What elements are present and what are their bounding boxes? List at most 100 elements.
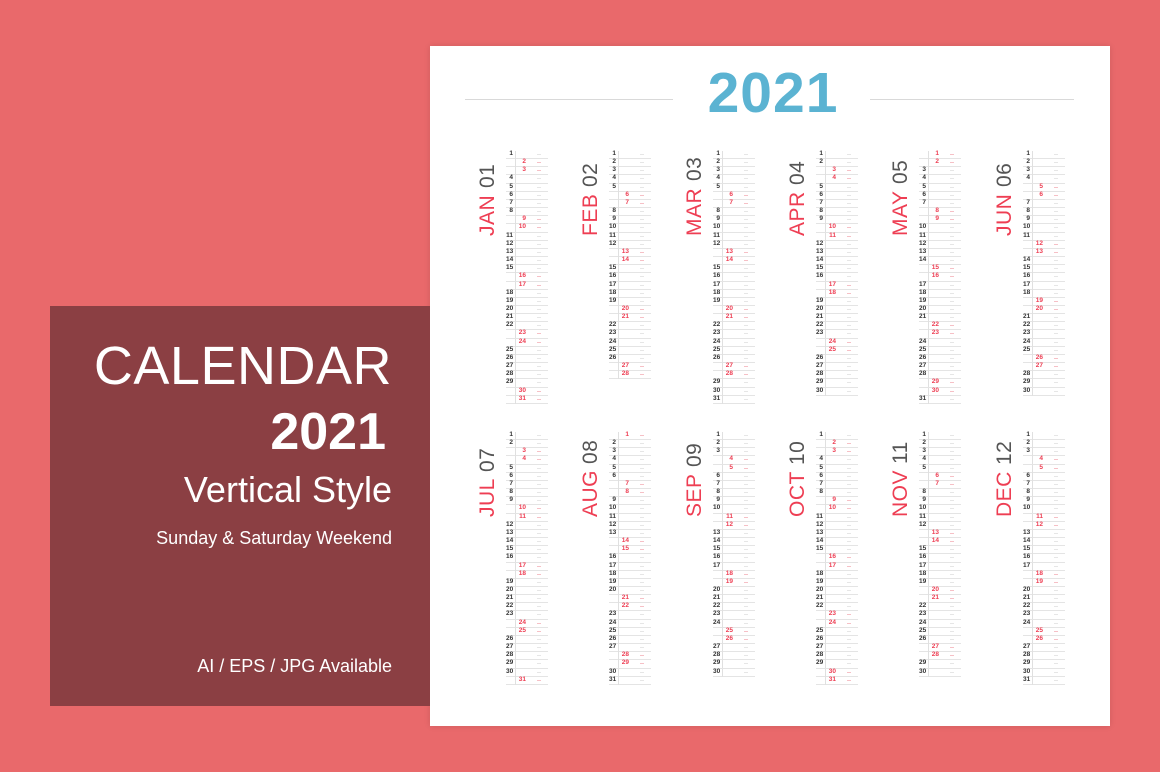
day-divider (515, 660, 516, 669)
day-number: 30 (518, 386, 526, 394)
day-number: 17 (609, 280, 617, 288)
day-number: 8 (625, 488, 629, 496)
weekday-mark (1054, 162, 1058, 164)
day-number: 2 (509, 439, 513, 447)
day-divider (825, 289, 826, 298)
day-divider (515, 338, 516, 347)
panel-year: 2021 (270, 403, 386, 461)
day-number: 27 (725, 362, 733, 370)
day-divider (1032, 363, 1033, 372)
day-number: 11 (726, 512, 733, 520)
day-number: 13 (1023, 528, 1031, 536)
day-number: 23 (506, 610, 514, 618)
day-divider (928, 619, 929, 628)
day-number: 5 (612, 182, 616, 190)
day-divider (722, 578, 723, 587)
day-divider (618, 448, 619, 457)
day-number: 27 (1023, 643, 1031, 651)
day-number: 26 (919, 353, 927, 361)
day-number: 9 (612, 215, 616, 223)
weekday-mark (1054, 435, 1058, 436)
day-number: 12 (725, 520, 733, 528)
month-name: SEP (683, 473, 706, 517)
day-divider (618, 513, 619, 522)
month-label: DEC 12 (992, 433, 1018, 517)
day-number: 21 (506, 594, 514, 602)
weekend-day-row: 18 (1023, 570, 1065, 579)
day-divider (515, 521, 516, 530)
day-divider (825, 644, 826, 653)
day-divider (928, 330, 929, 339)
day-number: 2 (1026, 439, 1030, 447)
day-number: 14 (621, 256, 629, 264)
day-number: 12 (609, 520, 617, 528)
month-label: MAY 05 (888, 152, 914, 236)
day-number: 28 (621, 370, 629, 378)
day-divider (1032, 660, 1033, 669)
day-number: 15 (621, 545, 629, 553)
day-number: 6 (922, 190, 926, 198)
day-number: 5 (729, 463, 733, 471)
day-number: 3 (922, 166, 926, 174)
weekday-mark (1054, 366, 1058, 368)
day-divider (618, 289, 619, 298)
day-number: 16 (828, 553, 836, 561)
day-divider (515, 529, 516, 538)
day-divider (515, 257, 516, 266)
day-row: 31 (1023, 676, 1065, 685)
day-divider (1032, 652, 1033, 661)
day-number: 18 (816, 569, 824, 577)
day-divider (1032, 546, 1033, 555)
day-number: 14 (931, 537, 939, 545)
day-number: 2 (612, 158, 616, 166)
day-number: 19 (506, 296, 514, 304)
day-number: 27 (609, 643, 617, 651)
weekday-mark (1054, 508, 1058, 510)
day-divider (825, 635, 826, 644)
day-number: 16 (713, 553, 721, 561)
day-divider (722, 167, 723, 176)
day-number: 12 (506, 239, 514, 247)
day-divider (618, 635, 619, 644)
day-number: 12 (919, 520, 927, 528)
day-number: 4 (819, 455, 823, 463)
day-number: 19 (713, 296, 721, 304)
day-number: 21 (931, 594, 939, 602)
day-divider (928, 232, 929, 241)
day-divider (722, 538, 723, 547)
day-number: 24 (1023, 337, 1031, 345)
day-number: 1 (819, 150, 823, 157)
day-number: 18 (828, 288, 836, 296)
weekday-mark (1054, 565, 1058, 567)
day-divider (825, 387, 826, 396)
day-divider (1032, 668, 1033, 677)
weekday-mark (1054, 467, 1058, 469)
day-divider (618, 151, 619, 159)
day-number: 25 (518, 626, 526, 634)
day-number: 4 (612, 174, 616, 182)
day-number: 20 (931, 585, 939, 593)
day-divider (515, 248, 516, 257)
day-number: 24 (828, 337, 836, 345)
day-divider (618, 346, 619, 355)
day-divider (1032, 208, 1033, 217)
day-divider (825, 297, 826, 306)
day-number: 8 (1026, 207, 1030, 215)
day-number: 10 (828, 223, 836, 231)
day-number: 16 (609, 553, 617, 561)
day-number: 17 (828, 280, 836, 288)
day-divider (928, 505, 929, 514)
day-divider (515, 289, 516, 298)
day-divider (928, 216, 929, 225)
day-divider (722, 644, 723, 653)
day-number: 22 (816, 602, 824, 610)
day-divider (825, 627, 826, 636)
day-number: 7 (819, 198, 823, 206)
day-number: 2 (819, 158, 823, 166)
day-divider (928, 668, 929, 677)
day-divider (928, 338, 929, 347)
day-number: 25 (919, 626, 927, 634)
day-number: 31 (518, 394, 526, 402)
weekday-mark (1054, 349, 1058, 351)
weekday-mark (1054, 251, 1058, 253)
